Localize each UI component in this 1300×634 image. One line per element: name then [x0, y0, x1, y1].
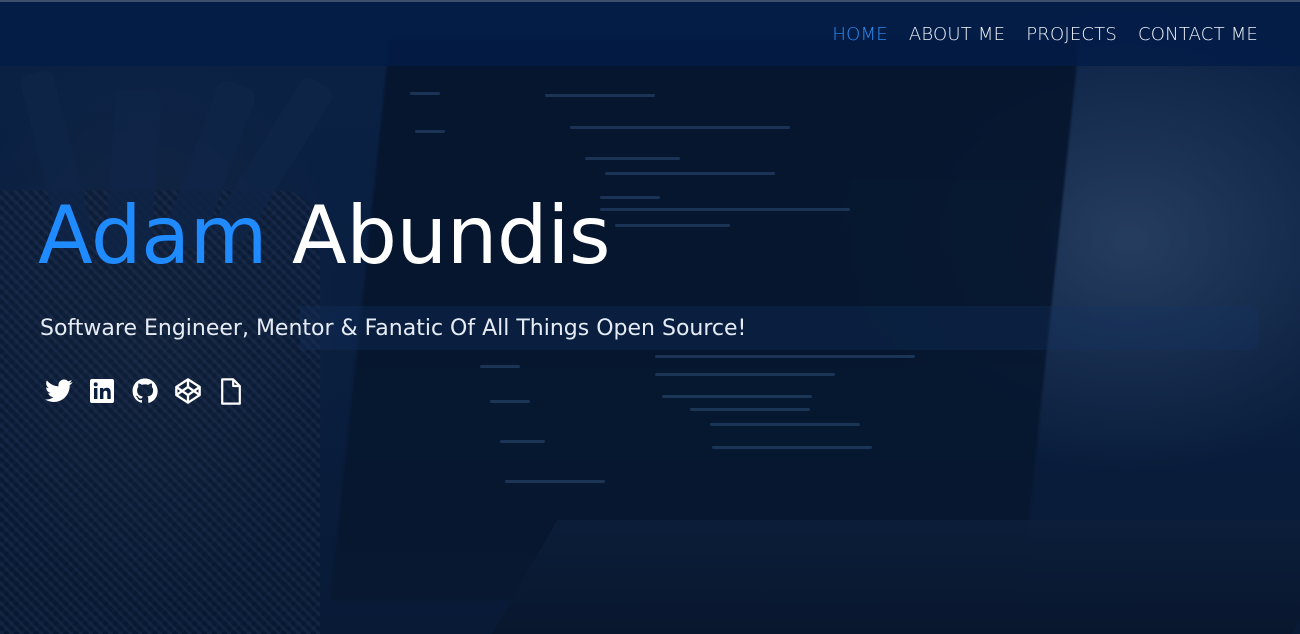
linkedin-icon[interactable]	[88, 377, 116, 405]
code-line	[655, 355, 915, 358]
code-line	[415, 130, 445, 133]
twitter-icon[interactable]	[45, 377, 73, 405]
hero-subtitle: Software Engineer, Mentor & Fanatic Of A…	[40, 316, 747, 341]
code-line	[410, 92, 440, 95]
codepen-icon[interactable]	[174, 377, 202, 405]
github-icon[interactable]	[131, 377, 159, 405]
social-links	[45, 377, 245, 405]
nav-about-me-link[interactable]: ABOUT ME	[909, 24, 1005, 45]
code-line	[605, 172, 775, 175]
code-line	[710, 423, 860, 426]
code-line	[655, 373, 835, 376]
resume-icon[interactable]	[217, 377, 245, 405]
code-line	[585, 157, 680, 160]
code-line	[505, 480, 605, 483]
hero-title: Adam Abundis	[38, 196, 611, 276]
code-line	[500, 440, 545, 443]
code-line	[490, 400, 530, 403]
code-line	[480, 365, 520, 368]
code-line	[662, 395, 812, 398]
nav-projects-link[interactable]: PROJECTS	[1026, 24, 1117, 45]
code-line	[690, 408, 810, 411]
nav-contact-me-link[interactable]: CONTACT ME	[1138, 24, 1258, 45]
code-line	[570, 126, 790, 129]
code-line	[600, 208, 850, 211]
hero-last-name: Abundis	[292, 189, 611, 282]
hero-first-name: Adam	[38, 189, 268, 282]
top-navbar: HOME ABOUT ME PROJECTS CONTACT ME	[0, 0, 1300, 66]
code-line	[545, 94, 655, 97]
code-line	[712, 446, 872, 449]
laptop-base-background	[482, 520, 1300, 634]
nav-home-link[interactable]: HOME	[832, 24, 887, 45]
code-line	[615, 224, 730, 227]
main-nav: HOME ABOUT ME PROJECTS CONTACT ME	[832, 24, 1258, 45]
